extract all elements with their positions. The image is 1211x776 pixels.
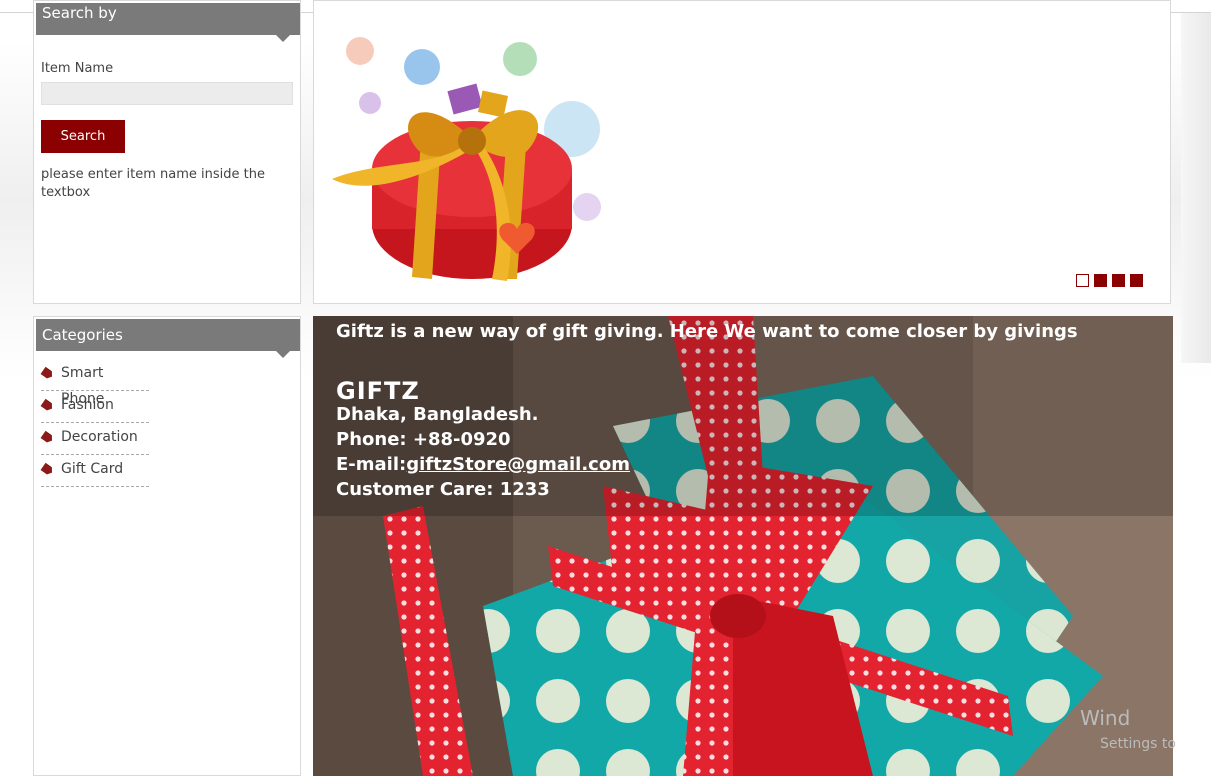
address-text: Dhaka, Bangladesh.	[336, 404, 539, 425]
tag-icon	[40, 399, 54, 413]
category-label[interactable]: Decoration	[61, 429, 138, 445]
email-label: E-mail:	[336, 454, 407, 475]
search-button[interactable]: Search	[41, 120, 125, 153]
category-item-decoration[interactable]: Decoration	[41, 424, 149, 455]
gift-box-image	[332, 37, 601, 281]
category-list: Smart Phone Fashion Decoration Gift Card	[41, 360, 149, 488]
category-label[interactable]: Fashion	[61, 397, 114, 413]
tag-icon	[40, 463, 54, 477]
email-link[interactable]: giftzStore@gmail.com	[406, 454, 630, 475]
categories-title: Categories	[42, 326, 123, 344]
slider-dot-4[interactable]	[1130, 274, 1143, 287]
search-panel: Search by Item Name Search please enter …	[33, 0, 301, 304]
categories-panel: Categories Smart Phone Fashion Decoratio…	[33, 316, 301, 776]
tag-icon	[40, 367, 54, 381]
category-label[interactable]: Gift Card	[61, 461, 123, 477]
item-name-input[interactable]	[41, 82, 293, 105]
gift-photo-background	[313, 316, 1173, 776]
search-hint: please enter item name inside the textbo…	[41, 167, 265, 200]
search-panel-title: Search by	[42, 4, 117, 22]
category-item-fashion[interactable]: Fashion	[41, 392, 149, 423]
item-name-label: Item Name	[41, 61, 114, 76]
categories-header: Categories	[36, 319, 300, 358]
image-slider	[313, 0, 1171, 304]
activation-watermark: Wind	[1080, 706, 1131, 730]
hero-tagline: Giftz is a new way of gift giving. Here …	[336, 321, 1078, 342]
slider-pager	[1076, 274, 1148, 293]
slider-dot-3[interactable]	[1112, 274, 1125, 287]
right-shade	[1181, 13, 1211, 363]
category-item-gift-card[interactable]: Gift Card	[41, 456, 149, 487]
activation-watermark-sub: Settings to	[1100, 736, 1176, 752]
tag-icon	[40, 431, 54, 445]
email-line: E-mail:giftzStore@gmail.com	[336, 454, 630, 475]
hero-banner: Giftz is a new way of gift giving. Here …	[313, 316, 1173, 776]
slider-dot-2[interactable]	[1094, 274, 1107, 287]
search-panel-header: Search by	[36, 3, 300, 42]
phone-text: Phone: +88-0920	[336, 429, 511, 450]
customer-care-text: Customer Care: 1233	[336, 479, 550, 500]
header-notch	[276, 351, 290, 358]
category-item-smart-phone[interactable]: Smart Phone	[40, 360, 149, 407]
header-notch	[276, 35, 290, 42]
brand-name: GIFTZ	[336, 377, 420, 405]
slider-dot-1[interactable]	[1076, 274, 1089, 287]
